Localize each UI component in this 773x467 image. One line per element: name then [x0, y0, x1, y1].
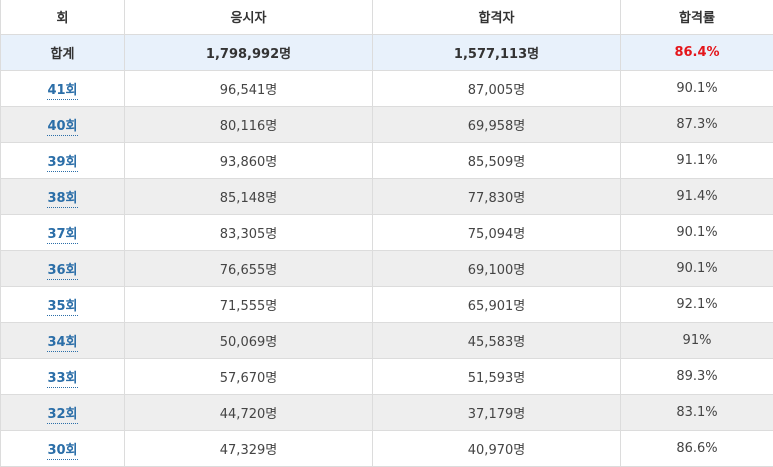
pass-rate-cell: 87.3%	[620, 105, 773, 143]
applicants-cell: 85,148명	[124, 177, 373, 215]
round-cell: 34회	[0, 321, 125, 359]
round-link[interactable]: 35회	[47, 298, 78, 316]
total-row: 합계 1,798,992명 1,577,113명 86.4%	[0, 33, 773, 71]
passed-cell: 40,970명	[372, 429, 621, 467]
round-link[interactable]: 38회	[47, 190, 78, 208]
table-row: 33회 57,670명 51,593명 89.3%	[0, 357, 773, 395]
passed-cell: 77,830명	[372, 177, 621, 215]
round-cell: 32회	[0, 393, 125, 431]
applicants-cell: 96,541명	[124, 69, 373, 107]
total-label: 합계	[0, 33, 125, 71]
round-cell: 33회	[0, 357, 125, 395]
round-link[interactable]: 30회	[47, 442, 78, 460]
round-link[interactable]: 32회	[47, 406, 78, 424]
applicants-cell: 76,655명	[124, 249, 373, 287]
header-passed: 합격자	[372, 0, 621, 35]
round-cell: 30회	[0, 429, 125, 467]
round-cell: 38회	[0, 177, 125, 215]
table-row: 41회 96,541명 87,005명 90.1%	[0, 69, 773, 107]
total-pass-rate: 86.4%	[620, 33, 773, 71]
header-applicants: 응시자	[124, 0, 373, 35]
pass-rate-cell: 86.6%	[620, 429, 773, 467]
table-row: 37회 83,305명 75,094명 90.1%	[0, 213, 773, 251]
passed-cell: 69,100명	[372, 249, 621, 287]
round-link[interactable]: 37회	[47, 226, 78, 244]
table-row: 34회 50,069명 45,583명 91%	[0, 321, 773, 359]
round-cell: 35회	[0, 285, 125, 323]
passed-cell: 45,583명	[372, 321, 621, 359]
applicants-cell: 71,555명	[124, 285, 373, 323]
header-round: 회	[0, 0, 125, 35]
table-row: 40회 80,116명 69,958명 87.3%	[0, 105, 773, 143]
pass-rate-cell: 91.1%	[620, 141, 773, 179]
passed-cell: 65,901명	[372, 285, 621, 323]
pass-rate-cell: 90.1%	[620, 69, 773, 107]
round-cell: 39회	[0, 141, 125, 179]
passed-cell: 37,179명	[372, 393, 621, 431]
table-row: 38회 85,148명 77,830명 91.4%	[0, 177, 773, 215]
round-cell: 36회	[0, 249, 125, 287]
table-row: 36회 76,655명 69,100명 90.1%	[0, 249, 773, 287]
round-link[interactable]: 34회	[47, 334, 78, 352]
total-passed: 1,577,113명	[372, 33, 621, 71]
round-cell: 41회	[0, 69, 125, 107]
applicants-cell: 47,329명	[124, 429, 373, 467]
round-cell: 40회	[0, 105, 125, 143]
applicants-cell: 80,116명	[124, 105, 373, 143]
round-link[interactable]: 39회	[47, 154, 78, 172]
pass-rate-cell: 91%	[620, 321, 773, 359]
total-applicants: 1,798,992명	[124, 33, 373, 71]
applicants-cell: 83,305명	[124, 213, 373, 251]
round-link[interactable]: 33회	[47, 370, 78, 388]
round-link[interactable]: 41회	[47, 82, 78, 100]
pass-rate-cell: 90.1%	[620, 213, 773, 251]
passed-cell: 87,005명	[372, 69, 621, 107]
passed-cell: 51,593명	[372, 357, 621, 395]
table-row: 32회 44,720명 37,179명 83.1%	[0, 393, 773, 431]
applicants-cell: 50,069명	[124, 321, 373, 359]
round-link[interactable]: 36회	[47, 262, 78, 280]
round-link[interactable]: 40회	[47, 118, 78, 136]
pass-rate-cell: 83.1%	[620, 393, 773, 431]
applicants-cell: 44,720명	[124, 393, 373, 431]
pass-rate-cell: 92.1%	[620, 285, 773, 323]
table-row: 35회 71,555명 65,901명 92.1%	[0, 285, 773, 323]
applicants-cell: 93,860명	[124, 141, 373, 179]
applicants-cell: 57,670명	[124, 357, 373, 395]
passed-cell: 85,509명	[372, 141, 621, 179]
pass-rate-cell: 89.3%	[620, 357, 773, 395]
passed-cell: 69,958명	[372, 105, 621, 143]
passed-cell: 75,094명	[372, 213, 621, 251]
table-row: 39회 93,860명 85,509명 91.1%	[0, 141, 773, 179]
table-row: 30회 47,329명 40,970명 86.6%	[0, 429, 773, 467]
header-pass-rate: 합격률	[620, 0, 773, 35]
pass-rate-cell: 90.1%	[620, 249, 773, 287]
pass-rate-cell: 91.4%	[620, 177, 773, 215]
table-header-row: 회 응시자 합격자 합격률	[0, 0, 773, 35]
exam-results-table: 회 응시자 합격자 합격률 합계 1,798,992명 1,577,113명 8…	[0, 0, 773, 467]
round-cell: 37회	[0, 213, 125, 251]
